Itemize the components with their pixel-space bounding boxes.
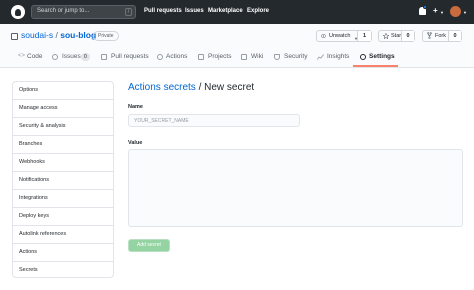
global-header: Search or jump to... / Pull requests Iss… — [0, 0, 474, 24]
play-icon — [157, 54, 163, 60]
nav-issues[interactable]: Issues — [185, 8, 204, 14]
eye-icon — [321, 34, 326, 38]
tab-issues[interactable]: Issues — [62, 53, 81, 60]
visibility-badge: Private — [93, 31, 119, 41]
sidebar-item-integrations[interactable]: Integrations — [13, 190, 113, 208]
sidebar-item-secrets[interactable]: Secrets — [13, 262, 113, 277]
chevron-down-icon[interactable]: ▼ — [463, 10, 467, 15]
nav-pull-requests[interactable]: Pull requests — [144, 8, 182, 14]
tab-settings[interactable]: Settings — [369, 53, 395, 60]
repo-name-link[interactable]: sou-blog — [60, 30, 96, 40]
pull-request-icon — [101, 54, 107, 60]
fork-label: Fork — [435, 33, 446, 39]
star-label: Star — [391, 33, 402, 39]
tab-security[interactable]: Security — [284, 53, 307, 60]
search-input[interactable]: Search or jump to... / — [31, 5, 136, 19]
sidebar-item-branches[interactable]: Branches — [13, 136, 113, 154]
page-title-rest: / New secret — [195, 82, 255, 93]
sidebar-item-manage-access[interactable]: Manage access — [13, 100, 113, 118]
repo-owner-link[interactable]: soudai-s — [21, 30, 53, 40]
unwatch-label: Unwatch — [329, 33, 351, 39]
sidebar-item-security-analysis[interactable]: Security & analysis — [13, 118, 113, 136]
star-button[interactable]: Star 0 — [378, 30, 415, 42]
page-title: Actions secrets / New secret — [128, 82, 254, 93]
plus-icon[interactable]: + — [433, 6, 438, 15]
issues-count-badge: 0 — [81, 53, 90, 61]
repo-icon — [11, 33, 18, 40]
sidebar-item-actions[interactable]: Actions — [13, 244, 113, 262]
secret-name-input[interactable] — [128, 114, 300, 127]
nav-marketplace[interactable]: Marketplace — [208, 8, 243, 14]
notification-dot-icon — [423, 5, 427, 9]
project-icon — [198, 54, 204, 60]
shield-icon — [274, 54, 280, 60]
name-label: Name — [128, 104, 143, 110]
chevron-down-icon[interactable]: ▼ — [440, 10, 444, 15]
issue-icon — [52, 54, 58, 60]
graph-icon — [317, 54, 324, 60]
sidebar-item-options[interactable]: Options — [13, 82, 113, 100]
value-label: Value — [128, 140, 143, 146]
repo-title: soudai-s / sou-blog — [21, 30, 96, 40]
secret-value-textarea[interactable] — [128, 149, 463, 227]
sidebar-item-deploy-keys[interactable]: Deploy keys — [13, 208, 113, 226]
search-placeholder: Search or jump to... — [37, 8, 90, 14]
unwatch-button[interactable]: Unwatch ▼ 1 — [316, 30, 372, 42]
settings-sidebar: Options Manage access Security & analysi… — [12, 81, 114, 278]
add-secret-button[interactable]: Add secret — [128, 239, 170, 252]
nav-explore[interactable]: Explore — [247, 8, 269, 14]
actions-secrets-link[interactable]: Actions secrets — [128, 82, 196, 93]
book-icon — [241, 54, 247, 60]
fork-button[interactable]: Fork 0 — [422, 30, 462, 42]
sidebar-item-webhooks[interactable]: Webhooks — [13, 154, 113, 172]
tab-wiki[interactable]: Wiki — [251, 53, 263, 60]
star-count[interactable]: 0 — [401, 31, 414, 41]
repo-separator: / — [55, 30, 58, 40]
star-icon — [383, 33, 389, 39]
fork-count[interactable]: 0 — [448, 31, 461, 41]
sidebar-item-notifications[interactable]: Notifications — [13, 172, 113, 190]
code-icon: <> — [18, 53, 26, 59]
tab-insights[interactable]: Insights — [327, 53, 349, 60]
gear-icon — [360, 54, 366, 60]
sidebar-item-autolink-references[interactable]: Autolink references — [13, 226, 113, 244]
active-tab-indicator — [353, 65, 398, 67]
github-logo-icon[interactable] — [11, 5, 25, 19]
fork-icon — [427, 32, 432, 39]
tab-projects[interactable]: Projects — [208, 53, 231, 60]
search-shortcut-key: / — [125, 8, 132, 16]
tab-actions[interactable]: Actions — [166, 53, 187, 60]
avatar[interactable] — [450, 6, 461, 17]
watch-count[interactable]: 1 — [357, 31, 371, 41]
tab-pull-requests[interactable]: Pull requests — [111, 53, 149, 60]
tab-code[interactable]: Code — [27, 53, 43, 60]
